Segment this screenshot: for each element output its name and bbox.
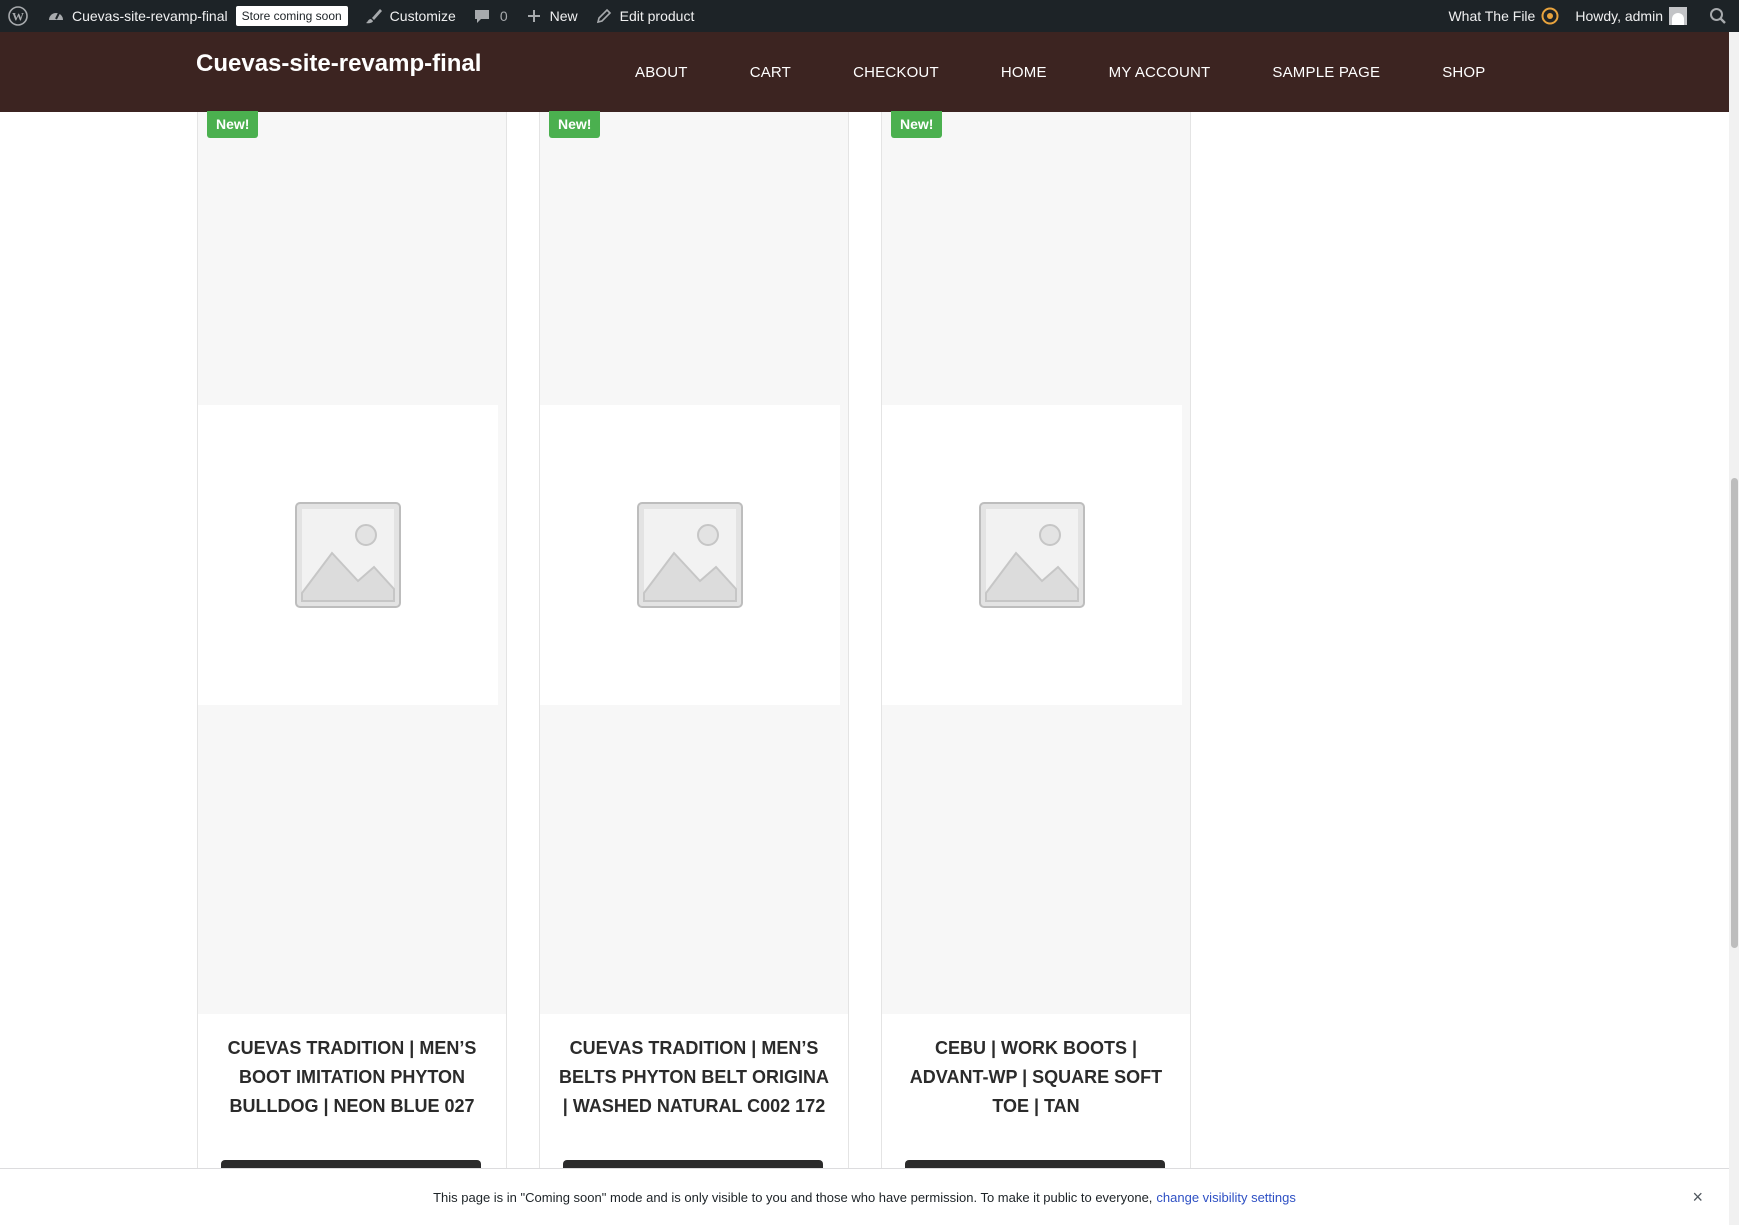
change-visibility-link[interactable]: change visibility settings bbox=[1156, 1190, 1295, 1205]
product-card: New! CEBU | WORK BOOTS | ADVANT-WP | SQU… bbox=[881, 111, 1191, 1190]
product-title[interactable]: CEBU | WORK BOOTS | ADVANT-WP | SQUARE S… bbox=[900, 1034, 1172, 1121]
product-image-placeholder bbox=[540, 405, 840, 705]
admin-bar: W Cuevas-site-revamp-final Store coming … bbox=[0, 0, 1739, 32]
image-placeholder-icon bbox=[295, 502, 401, 608]
coming-soon-text: This page is in "Coming soon" mode and i… bbox=[433, 1189, 1153, 1205]
coming-soon-notice: This page is in "Coming soon" mode and i… bbox=[0, 1168, 1729, 1225]
what-the-file-menu[interactable]: What The File bbox=[1440, 0, 1567, 32]
product-image-link[interactable] bbox=[198, 112, 506, 1014]
store-status-badge[interactable]: Store coming soon bbox=[235, 6, 348, 26]
new-badge: New! bbox=[207, 111, 259, 138]
product-image-link[interactable] bbox=[540, 112, 848, 1014]
nav-item-about[interactable]: ABOUT bbox=[635, 64, 688, 81]
product-title[interactable]: CUEVAS TRADITION | MEN’S BELTS PHYTON BE… bbox=[558, 1034, 830, 1121]
greeting-label: Howdy, admin bbox=[1575, 8, 1663, 24]
nav-item-cart[interactable]: CART bbox=[750, 64, 791, 81]
site-title[interactable]: Cuevas-site-revamp-final bbox=[196, 50, 481, 78]
new-badge: New! bbox=[891, 111, 943, 138]
close-icon[interactable]: × bbox=[1692, 1187, 1703, 1208]
new-badge: New! bbox=[549, 111, 601, 138]
product-card: New! CUEVAS TRADITION | MEN’S BOOT IMITA… bbox=[197, 111, 507, 1190]
page-scrollbar-thumb[interactable] bbox=[1731, 478, 1738, 948]
site-name-label: Cuevas-site-revamp-final bbox=[72, 8, 228, 24]
new-label: New bbox=[549, 8, 578, 24]
product-image-placeholder bbox=[198, 405, 498, 705]
search-icon bbox=[1710, 8, 1726, 24]
plus-icon bbox=[524, 6, 544, 26]
nav-item-home[interactable]: HOME bbox=[1001, 64, 1047, 81]
image-placeholder-icon bbox=[637, 502, 743, 608]
product-image-link[interactable] bbox=[882, 112, 1190, 1014]
admin-search-button[interactable] bbox=[1695, 0, 1733, 32]
site-header: Cuevas-site-revamp-final ABOUT CART CHEC… bbox=[0, 32, 1729, 112]
nav-item-sample-page[interactable]: SAMPLE PAGE bbox=[1272, 64, 1380, 81]
comments-button[interactable]: 0 bbox=[464, 0, 516, 32]
wordpress-icon: W bbox=[8, 6, 28, 26]
my-account-menu[interactable]: Howdy, admin bbox=[1567, 0, 1695, 32]
primary-navigation: ABOUT CART CHECKOUT HOME MY ACCOUNT SAMP… bbox=[635, 32, 1486, 112]
site-name-menu[interactable]: Cuevas-site-revamp-final Store coming so… bbox=[38, 0, 356, 32]
pencil-icon bbox=[594, 6, 614, 26]
dashboard-icon bbox=[46, 6, 66, 26]
product-card: New! CUEVAS TRADITION | MEN’S BELTS PHYT… bbox=[539, 111, 849, 1190]
avatar bbox=[1669, 7, 1687, 25]
comment-count: 0 bbox=[499, 8, 508, 24]
comment-icon bbox=[472, 6, 492, 26]
image-placeholder-icon bbox=[979, 502, 1085, 608]
paintbrush-icon bbox=[364, 6, 384, 26]
customize-button[interactable]: Customize bbox=[356, 0, 464, 32]
product-image-placeholder bbox=[882, 405, 1182, 705]
what-the-file-icon bbox=[1541, 7, 1559, 25]
wordpress-logo-button[interactable]: W bbox=[0, 0, 38, 32]
product-title[interactable]: CUEVAS TRADITION | MEN’S BOOT IMITATION … bbox=[216, 1034, 488, 1121]
svg-text:W: W bbox=[12, 10, 24, 24]
new-content-button[interactable]: New bbox=[516, 0, 586, 32]
nav-item-checkout[interactable]: CHECKOUT bbox=[853, 64, 939, 81]
edit-product-button[interactable]: Edit product bbox=[586, 0, 703, 32]
what-the-file-label: What The File bbox=[1448, 8, 1536, 24]
nav-item-shop[interactable]: SHOP bbox=[1442, 64, 1485, 81]
nav-item-my-account[interactable]: MY ACCOUNT bbox=[1109, 64, 1211, 81]
customize-label: Customize bbox=[389, 8, 456, 24]
edit-product-label: Edit product bbox=[619, 8, 695, 24]
